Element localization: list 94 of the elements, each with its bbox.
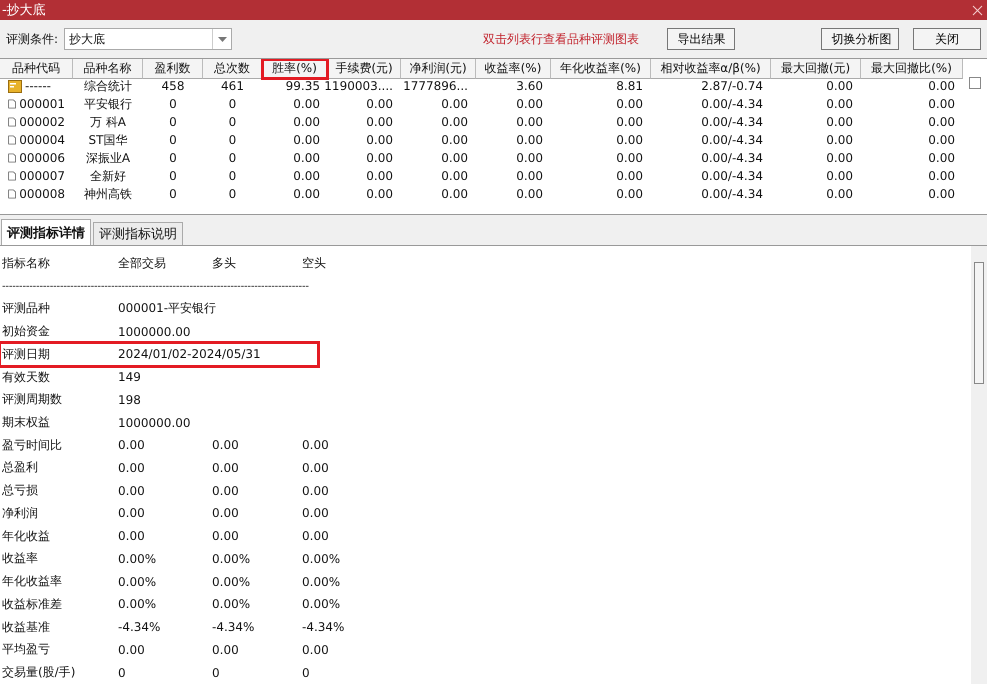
detail-value: -4.34%	[302, 620, 344, 634]
detail-value: 198	[118, 392, 141, 407]
separator-line: ------------------------------------------------------------------------------------------	[2, 280, 310, 294]
detail-value: 0.00	[302, 460, 329, 475]
detail-value: 0.00	[302, 438, 329, 452]
detail-value: 0.00%	[212, 574, 250, 589]
document-icon	[8, 151, 16, 165]
detail-value: 0	[212, 666, 220, 680]
detail-value: 0.00	[212, 460, 239, 475]
close-icon[interactable]	[972, 4, 983, 16]
detail-header: 全部交易	[118, 254, 166, 272]
detail-label: 盈亏时间比	[2, 436, 62, 454]
detail-value: -4.34%	[118, 620, 160, 634]
detail-label: 收益率	[2, 550, 38, 568]
detail-value: 0	[302, 666, 310, 680]
document-icon	[8, 115, 16, 129]
column-header[interactable]: 年化收益率(%)	[551, 59, 651, 79]
document-icon	[8, 187, 16, 201]
detail-value: 0.00	[302, 484, 329, 498]
detail-label: 评测品种	[2, 300, 50, 318]
detail-value: 0.00	[212, 642, 239, 657]
detail-value: 0.00	[118, 438, 145, 452]
detail-value: 1000000.00	[118, 324, 191, 339]
detail-header: 多头	[212, 254, 236, 272]
detail-value: 0.00%	[118, 552, 156, 566]
scrollbar[interactable]	[971, 246, 987, 684]
detail-value: 000001-平安银行	[118, 300, 216, 318]
detail-label: 评测周期数	[2, 391, 62, 408]
detail-label: 年化收益率	[2, 573, 62, 590]
column-header[interactable]: 收益率(%)	[476, 59, 551, 79]
detail-value: 0.00%	[212, 552, 250, 566]
column-header[interactable]: 品种代码	[0, 59, 73, 79]
column-header[interactable]: 最大回撤(元)	[771, 59, 861, 79]
detail-value: 0.00	[302, 642, 329, 657]
detail-value: 0.00	[212, 529, 239, 544]
detail-label: 平均盈亏	[2, 641, 50, 658]
toolbar-button[interactable]: 切换分析图	[820, 28, 900, 50]
detail-value: 0.00	[118, 529, 145, 544]
column-header[interactable]: 最大回撤比(%)	[861, 59, 963, 79]
detail-label: 期末权益	[2, 414, 50, 431]
detail-value: 0.00%	[118, 574, 156, 589]
scrollbar-thumb[interactable]	[974, 262, 984, 384]
detail-label: 评测日期	[2, 346, 50, 363]
condition-dropdown[interactable]: 抄大底	[64, 28, 232, 50]
window-title: -抄大底	[2, 2, 46, 19]
detail-value: 1000000.00	[118, 416, 191, 430]
detail-value: 0.00	[302, 529, 329, 544]
detail-label: 收益基准	[2, 618, 50, 636]
detail-value: -4.34%	[212, 620, 254, 634]
detail-value: 0.00	[212, 484, 239, 498]
detail-value: 0.00	[118, 506, 145, 520]
document-icon	[8, 133, 16, 147]
detail-value: 0.00	[118, 460, 145, 475]
caret-icon	[218, 36, 227, 42]
document-icon	[8, 97, 16, 111]
detail-label: 年化收益	[2, 528, 50, 545]
column-header[interactable]: 净利润(元)	[401, 59, 476, 79]
document-icon	[8, 169, 16, 183]
detail-value: 0.00%	[118, 597, 156, 612]
detail-header: 空头	[302, 254, 326, 272]
hint-text: 双击列表行查看品种评测图表	[483, 30, 640, 48]
detail-value: 0.00%	[212, 597, 250, 612]
detail-value: 2024/01/02-2024/05/31	[118, 347, 261, 362]
detail-value: 0.00	[212, 438, 239, 452]
detail-value: 0.00%	[302, 574, 340, 589]
tab[interactable]: 评测指标详情	[1, 219, 91, 245]
detail-label: 总盈利	[2, 459, 38, 476]
detail-label: 收益标准差	[2, 596, 62, 613]
condition-label: 评测条件:	[6, 30, 58, 48]
detail-value: 0.00	[212, 506, 239, 520]
column-header[interactable]: 相对收益率α/β(%)	[651, 59, 771, 79]
detail-label: 有效天数	[2, 368, 50, 386]
detail-value: 0.00	[118, 642, 145, 657]
detail-value: 0.00	[118, 484, 145, 498]
column-header[interactable]: 手续费(元)	[328, 59, 401, 79]
detail-label: 初始资金	[2, 323, 50, 340]
column-header[interactable]: 总次数	[203, 59, 262, 79]
detail-value: 149	[118, 370, 141, 384]
column-header[interactable]: 品种名称	[73, 59, 143, 79]
column-header[interactable]: 胜率(%)	[262, 59, 328, 79]
detail-value: 0	[118, 666, 126, 680]
detail-label: 总亏损	[2, 482, 38, 500]
detail-value: 0.00%	[302, 552, 340, 566]
detail-value: 0.00%	[302, 597, 340, 612]
detail-label: 净利润	[2, 504, 38, 522]
checkbox[interactable]	[969, 77, 981, 89]
detail-header: 指标名称	[2, 254, 50, 272]
folder-icon	[8, 80, 22, 92]
toolbar-button[interactable]: 导出结果	[666, 28, 735, 50]
toolbar-button[interactable]: 关闭	[913, 28, 982, 50]
column-header[interactable]: 盈利数	[143, 59, 203, 79]
tab[interactable]: 评测指标说明	[93, 222, 183, 245]
detail-value: 0.00	[302, 506, 329, 520]
detail-label: 交易量(股/手)	[2, 664, 76, 682]
